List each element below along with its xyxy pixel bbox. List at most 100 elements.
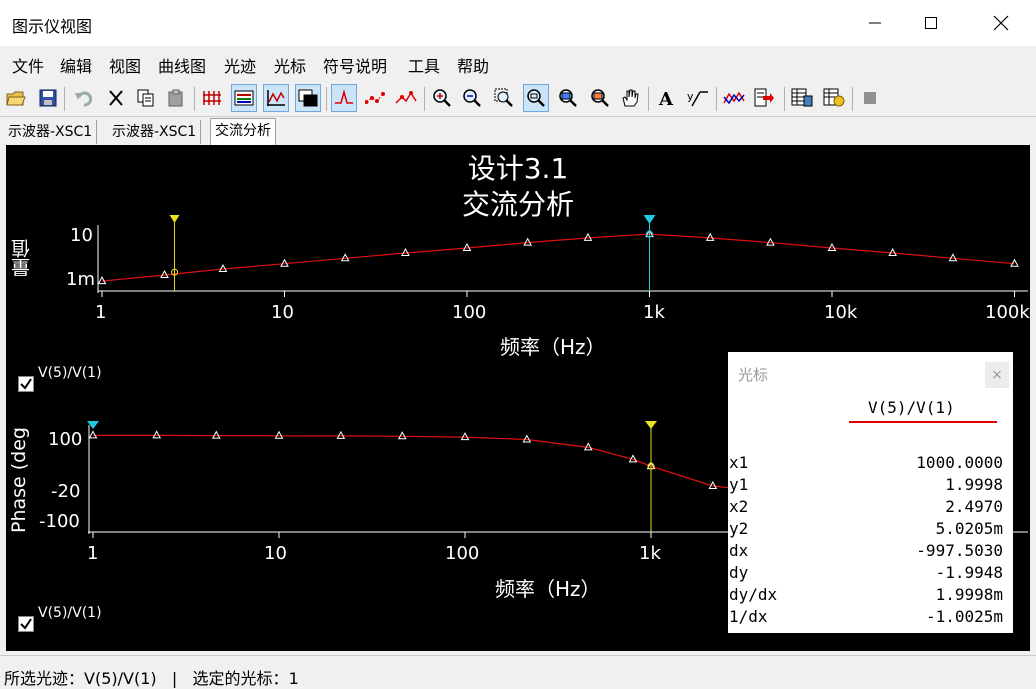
status-trace-label: 所选光迹： bbox=[4, 669, 85, 688]
cursor-key: y1 bbox=[729, 475, 749, 494]
zoom-out-button[interactable] bbox=[460, 85, 484, 111]
phase-axis-label: Phase (deg bbox=[8, 427, 30, 533]
cursors-icon bbox=[395, 91, 417, 104]
reverse-icon bbox=[723, 91, 745, 105]
phase-data-point bbox=[274, 430, 284, 439]
cursor-key: dy bbox=[729, 563, 749, 582]
zoom-full-icon bbox=[591, 89, 609, 107]
export-icon bbox=[754, 88, 774, 107]
zoom-y-icon bbox=[559, 89, 577, 107]
save-button[interactable] bbox=[36, 85, 60, 111]
zoom-y-button[interactable] bbox=[556, 85, 580, 111]
zoom-fit-icon bbox=[494, 88, 513, 107]
tab-ac-analysis[interactable]: 交流分析 bbox=[210, 118, 276, 145]
cursor-value: 5.0205m bbox=[935, 519, 1003, 538]
menu-tools[interactable]: 工具 bbox=[408, 53, 440, 77]
phase-x-axis-label: 频率（Hz） bbox=[495, 577, 601, 601]
trace-icon bbox=[335, 89, 353, 104]
menu-legend[interactable]: 符号说明 bbox=[323, 53, 387, 77]
zoom-in-button[interactable] bbox=[430, 85, 454, 111]
legend-checkbox-2[interactable] bbox=[18, 616, 34, 632]
legend-label-2: V(5)/V(1) bbox=[38, 605, 102, 621]
pan-button[interactable] bbox=[618, 85, 642, 111]
cursor-row-y2: y2 5.0205m bbox=[728, 519, 1003, 541]
cursor-key: dx bbox=[729, 541, 749, 560]
phase-ytick-neg100: -100 bbox=[39, 511, 80, 532]
paste-button[interactable] bbox=[164, 85, 188, 111]
mag-xtick-10k: 10k bbox=[824, 302, 858, 323]
phase-data-point bbox=[522, 434, 532, 443]
cursor-key: dy/dx bbox=[729, 585, 778, 604]
zoom-x-button[interactable] bbox=[523, 84, 549, 112]
status-trace: V(5)/V(1) bbox=[84, 669, 157, 688]
maximize-button[interactable] bbox=[908, 0, 954, 46]
cut-button[interactable] bbox=[104, 85, 128, 111]
dots-icon bbox=[365, 92, 385, 104]
menu-graph[interactable]: 曲线图 bbox=[158, 53, 206, 77]
mag-ytick-10: 10 bbox=[70, 225, 93, 246]
graph-button[interactable] bbox=[263, 84, 289, 112]
tab-oscilloscope-1[interactable]: 示波器-XSC1 bbox=[4, 120, 98, 144]
close-icon bbox=[993, 15, 1009, 31]
cut-icon bbox=[109, 90, 123, 106]
zoom-fit-button[interactable] bbox=[492, 85, 516, 111]
phase-ytick-100: 100 bbox=[48, 429, 83, 450]
menu-edit[interactable]: 编辑 bbox=[60, 53, 92, 77]
status-bar: 所选光迹：V(5)/V(1) | 选定的光标：1 bbox=[0, 655, 1036, 688]
chart-title-line2: 交流分析 bbox=[461, 188, 574, 221]
stop-button[interactable] bbox=[858, 85, 882, 111]
cursor-panel[interactable]: 光标 × V(5)/V(1) x1 1000.0000 y1 1.9998 x2 2.… bbox=[728, 352, 1013, 633]
menu-file[interactable]: 文件 bbox=[12, 53, 44, 77]
grid-button[interactable] bbox=[200, 85, 224, 111]
export-button[interactable] bbox=[752, 85, 776, 111]
data-button[interactable] bbox=[790, 85, 814, 111]
mag-ytick-1m: 1m bbox=[66, 269, 95, 290]
cursor-panel-title: 光标 bbox=[738, 366, 769, 384]
zoom-x-icon bbox=[527, 89, 545, 107]
mag-x-axis-label: 频率（Hz） bbox=[500, 335, 606, 359]
menu-help[interactable]: 帮助 bbox=[457, 53, 489, 77]
mag-xtick-1: 1 bbox=[95, 302, 107, 323]
stop-icon bbox=[864, 92, 876, 104]
undo-icon bbox=[75, 91, 93, 107]
dots-button[interactable] bbox=[364, 85, 388, 111]
copy-icon bbox=[137, 89, 154, 107]
undo-button[interactable] bbox=[72, 85, 96, 111]
minimize-icon bbox=[869, 22, 881, 24]
cursors-button[interactable] bbox=[394, 85, 418, 111]
label-button[interactable]: y bbox=[686, 85, 710, 111]
chart-title-line1: 设计3.1 bbox=[467, 152, 569, 185]
legend-checkbox-1[interactable] bbox=[18, 376, 34, 392]
cursor-key: 1/dx bbox=[729, 607, 768, 626]
cursor-row-x2: x2 2.4970 bbox=[728, 497, 1003, 519]
phase-xtick-100: 100 bbox=[445, 543, 480, 564]
legend-button[interactable] bbox=[231, 84, 257, 112]
cursor-key: x2 bbox=[729, 497, 749, 516]
zoom-full-button[interactable] bbox=[588, 85, 612, 111]
menu-trace[interactable]: 光迹 bbox=[224, 53, 256, 77]
paste-icon bbox=[168, 89, 183, 107]
overlay-button[interactable] bbox=[295, 84, 321, 112]
transfer-button[interactable] bbox=[822, 85, 846, 111]
minimize-button[interactable] bbox=[852, 0, 898, 46]
maximize-icon bbox=[925, 17, 937, 29]
open-button[interactable] bbox=[4, 85, 28, 111]
window-title: 图示仪视图 bbox=[12, 17, 93, 36]
menu-bar: 文件 编辑 视图 曲线图 光迹 光标 符号说明 工具 帮助 bbox=[0, 48, 1036, 80]
cursor-panel-close-button[interactable]: × bbox=[985, 362, 1009, 388]
phase-data-point bbox=[152, 430, 162, 439]
phase-trace-line bbox=[93, 434, 838, 496]
menu-view[interactable]: 视图 bbox=[109, 53, 141, 77]
trace-button[interactable] bbox=[331, 84, 357, 112]
legend-label-1: V(5)/V(1) bbox=[38, 365, 102, 381]
tab-oscilloscope-2[interactable]: 示波器-XSC1 bbox=[108, 120, 202, 144]
cursor-value: 1.9998m bbox=[935, 585, 1003, 604]
reverse-button[interactable] bbox=[722, 85, 746, 111]
graph-icon bbox=[267, 90, 285, 106]
menu-cursor[interactable]: 光标 bbox=[274, 53, 306, 77]
copy-button[interactable] bbox=[134, 85, 158, 111]
text-button[interactable]: A bbox=[654, 85, 678, 111]
phase-data-point bbox=[336, 430, 346, 439]
close-button[interactable] bbox=[978, 0, 1024, 46]
pan-icon bbox=[622, 89, 639, 107]
